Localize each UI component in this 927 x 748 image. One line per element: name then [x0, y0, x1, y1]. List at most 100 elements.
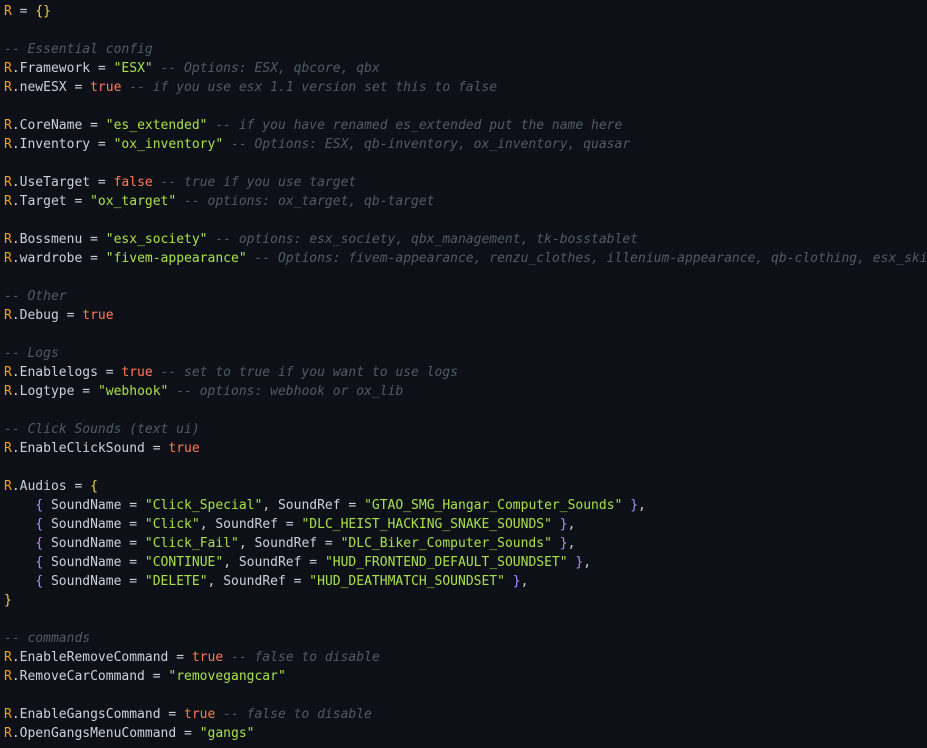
inner-brace-token: { — [35, 498, 44, 513]
string-token: "gangs" — [199, 726, 255, 741]
code-area[interactable]: R = {}​-- Essential configR.Framework = … — [4, 2, 927, 743]
code-line[interactable]: ​ — [4, 458, 927, 477]
comment-token: -- Options: fivem-appearance, renzu_clot… — [246, 251, 927, 266]
operator-token: = — [176, 726, 200, 741]
identifier-token: .UseTarget — [11, 175, 91, 190]
identifier-token: .EnableGangsCommand — [11, 707, 161, 722]
code-line[interactable]: R.EnableGangsCommand = true -- false to … — [4, 705, 927, 724]
punctuation-token: , — [638, 498, 646, 513]
boolean-token: true — [191, 650, 224, 665]
string-token: "removegangcar" — [168, 669, 286, 684]
operator-token: = — [58, 308, 83, 323]
identifier-token: .CoreName — [11, 118, 83, 133]
code-line[interactable]: R.wardrobe = "fivem-appearance" -- Optio… — [4, 249, 927, 268]
table-name-token: R — [4, 175, 12, 190]
code-line[interactable]: ​ — [4, 686, 927, 705]
identifier-token: .Enablelogs — [11, 365, 98, 380]
code-line[interactable]: R.Bossmenu = "esx_society" -- options: e… — [4, 230, 927, 249]
code-line[interactable]: ​ — [4, 401, 927, 420]
operator-token: = — [277, 517, 302, 532]
table-name-token: R — [4, 61, 12, 76]
code-line[interactable]: R.CoreName = "es_extended" -- if you hav… — [4, 116, 927, 135]
code-editor[interactable]: R = {}​-- Essential configR.Framework = … — [0, 0, 927, 748]
code-line[interactable]: ​ — [4, 325, 927, 344]
inner-brace-token: } — [630, 498, 639, 513]
comment-token: -- Options: ESX, qbcore, qbx — [152, 61, 380, 76]
code-line[interactable]: R.UseTarget = false -- true if you use t… — [4, 173, 927, 192]
identifier-token: .Logtype — [11, 384, 75, 399]
inner-brace-token: } — [559, 517, 568, 532]
operator-token: = — [160, 707, 185, 722]
code-line[interactable]: -- commands — [4, 629, 927, 648]
code-line[interactable]: ​ — [4, 211, 927, 230]
code-line[interactable]: R.Enablelogs = true -- set to true if yo… — [4, 363, 927, 382]
comment-token: -- Other — [4, 289, 67, 304]
identifier-token: .Framework — [11, 61, 91, 76]
string-token: "esx_society" — [105, 232, 208, 247]
code-line[interactable]: -- Other — [4, 287, 927, 306]
punctuation-token — [552, 536, 560, 551]
identifier-token: .EnableRemoveCommand — [11, 650, 169, 665]
code-line[interactable]: R.OpenGangsMenuCommand = "gangs" — [4, 724, 927, 743]
code-line[interactable]: R.EnableRemoveCommand = true -- false to… — [4, 648, 927, 667]
code-line[interactable]: R.Framework = "ESX" -- Options: ESX, qbc… — [4, 59, 927, 78]
comment-token: -- Click Sounds (text ui) — [4, 422, 200, 437]
identifier-token: SoundName — [43, 574, 122, 589]
code-line[interactable]: ​ — [4, 97, 927, 116]
identifier-token: SoundRef — [277, 498, 341, 513]
code-line[interactable]: { SoundName = "CONTINUE", SoundRef = "HU… — [4, 553, 927, 572]
code-line[interactable]: R.Inventory = "ox_inventory" -- Options:… — [4, 135, 927, 154]
code-line[interactable]: -- Logs — [4, 344, 927, 363]
string-token: "es_extended" — [105, 118, 208, 133]
code-line[interactable]: { SoundName = "DELETE", SoundRef = "HUD_… — [4, 572, 927, 591]
code-line[interactable]: ​ — [4, 610, 927, 629]
comment-token: -- Logs — [4, 346, 59, 361]
code-line[interactable]: R.newESX = true -- if you use esx 1.1 ve… — [4, 78, 927, 97]
punctuation-token: , — [520, 574, 529, 589]
table-name-token: R — [4, 650, 12, 665]
code-line[interactable]: ​ — [4, 154, 927, 173]
identifier-token: SoundRef — [254, 536, 318, 551]
operator-token: = — [82, 232, 106, 247]
code-line[interactable]: ​ — [4, 21, 927, 40]
string-token: "DLC_HEIST_HACKING_SNAKE_SOUNDS" — [301, 517, 552, 532]
string-token: "Click_Fail" — [144, 536, 239, 551]
brace-token: {} — [35, 4, 51, 19]
code-line[interactable]: { SoundName = "Click_Special", SoundRef … — [4, 496, 927, 515]
boolean-token: true — [184, 707, 216, 722]
inner-brace-token: { — [35, 536, 44, 551]
identifier-token: SoundRef — [215, 517, 278, 532]
operator-token: = — [90, 61, 114, 76]
punctuation-token: , — [583, 555, 592, 570]
code-line[interactable]: R.Target = "ox_target" -- options: ox_ta… — [4, 192, 927, 211]
table-name-token: R — [4, 479, 12, 494]
table-name-token: R — [4, 441, 12, 456]
operator-token: = — [121, 498, 145, 513]
code-line[interactable]: ​ — [4, 268, 927, 287]
table-name-token: R — [4, 137, 12, 152]
punctuation-token: , — [199, 517, 216, 532]
inner-brace-token: } — [512, 574, 521, 589]
code-line[interactable]: } — [4, 591, 927, 610]
code-line[interactable]: R.Audios = { — [4, 477, 927, 496]
code-line[interactable]: R = {} — [4, 2, 927, 21]
comment-token: -- commands — [4, 631, 91, 646]
boolean-token: true — [90, 80, 122, 95]
code-line[interactable]: R.EnableClickSound = true — [4, 439, 927, 458]
brace-token: } — [4, 593, 12, 608]
punctuation-token: , — [567, 517, 576, 532]
string-token: "Click_Special" — [144, 498, 263, 513]
code-line[interactable]: { SoundName = "Click_Fail", SoundRef = "… — [4, 534, 927, 553]
code-line[interactable]: -- Click Sounds (text ui) — [4, 420, 927, 439]
code-line[interactable]: -- Essential config — [4, 40, 927, 59]
operator-token: = — [97, 365, 122, 380]
code-line[interactable]: { SoundName = "Click", SoundRef = "DLC_H… — [4, 515, 927, 534]
code-line[interactable]: R.RemoveCarCommand = "removegangcar" — [4, 667, 927, 686]
code-line[interactable]: R.Debug = true — [4, 306, 927, 325]
comment-token: -- options: ox_target, qb-target — [176, 194, 435, 209]
table-name-token: R — [4, 365, 12, 380]
identifier-token: .OpenGangsMenuCommand — [11, 726, 177, 741]
code-line[interactable]: R.Logtype = "webhook" -- options: webhoo… — [4, 382, 927, 401]
